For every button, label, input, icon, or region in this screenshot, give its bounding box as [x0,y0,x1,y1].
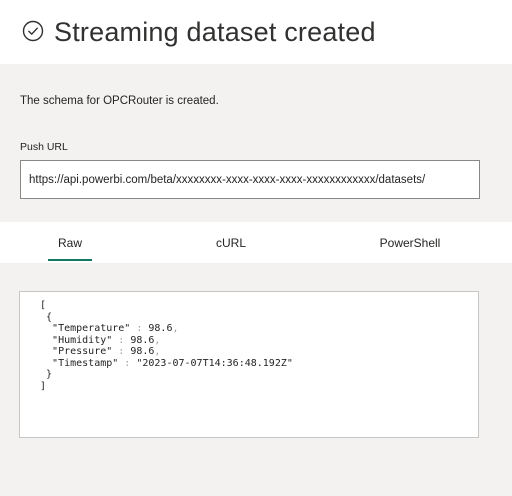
code-comma: , [154,334,161,346]
code-key: "Pressure" [52,346,113,357]
code-comma: , [172,323,179,334]
code-line: "Temperature" : 98.6, [40,323,478,335]
code-line: } [40,369,478,381]
code-line: ] [40,381,478,393]
code-close-brace: } [46,369,53,380]
page-title: Streaming dataset created [54,16,376,47]
push-url-field[interactable] [20,160,480,199]
code-line: "Timestamp" : "2023-07-07T14:36:48.192Z" [40,358,478,370]
push-url-label: Push URL [20,141,68,153]
tab-raw[interactable]: Raw [48,222,92,263]
code-line: "Pressure" : 98.6, [40,346,478,358]
code-sample: [ { "Temperature" : 98.6, "Humidity" : 9… [19,291,479,438]
code-value: 98.6 [130,346,155,357]
code-close-bracket: ] [40,380,47,392]
code-line: { [40,312,478,324]
code-separator: : [112,334,131,346]
code-key: "Humidity" [52,334,113,346]
tab-powershell[interactable]: PowerShell [362,222,458,263]
code-value: "2023-07-07T14:36:48.192Z" [136,357,293,369]
code-comma: , [154,346,161,357]
code-value: 98.6 [130,334,155,346]
active-tab-indicator [48,259,92,261]
header: Streaming dataset created [0,0,512,64]
code-value: 98.6 [148,323,173,334]
tab-curl[interactable]: cURL [206,222,256,263]
code-open-brace: { [46,311,53,323]
code-key: "Temperature" [52,323,131,334]
code-key: "Timestamp" [52,357,119,369]
schema-message: The schema for OPCRouter is created. [20,95,219,107]
check-circle-icon [22,20,44,42]
code-open-bracket: [ [40,300,47,311]
tab-bar: Raw cURL PowerShell [0,222,512,263]
code-separator: : [130,323,149,334]
code-separator: : [112,346,131,357]
code-line: "Humidity" : 98.6, [40,335,478,347]
code-line: [ [40,300,478,312]
code-separator: : [118,357,137,369]
